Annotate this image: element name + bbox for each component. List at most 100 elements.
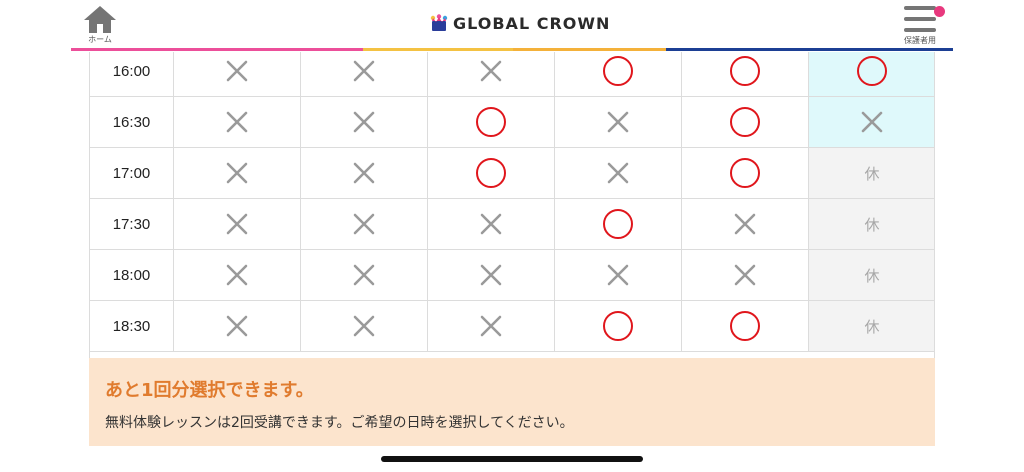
time-cell: 17:00 [90, 148, 174, 198]
selection-notice: あと1回分選択できます。 無料体験レッスンは2回受講できます。ご希望の日時を選択… [89, 358, 935, 446]
slot-available[interactable] [682, 52, 809, 96]
time-label: 18:30 [112, 317, 151, 335]
available-circle-icon[interactable] [603, 56, 633, 86]
slot-available[interactable] [555, 52, 682, 96]
available-circle-icon[interactable] [476, 158, 506, 188]
cross-icon [607, 162, 629, 184]
cross-icon [226, 111, 248, 133]
unavailable-mark [226, 264, 248, 286]
cross-icon [353, 162, 375, 184]
time-cell: 18:00 [90, 250, 174, 300]
time-label: 18:00 [112, 266, 151, 284]
unavailable-mark [353, 213, 375, 235]
logo-text: GLOBAL CROWN [453, 13, 611, 33]
time-label: 17:30 [112, 215, 151, 233]
guardian-menu-button[interactable]: 保護者用 [896, 2, 945, 48]
cross-icon [480, 60, 502, 82]
schedule-row: 16:30 [90, 97, 934, 148]
unavailable-mark [353, 315, 375, 337]
slot-unavailable [809, 97, 934, 147]
time-label: 17:00 [112, 164, 151, 182]
available-circle-icon[interactable] [730, 311, 760, 341]
global-crown-logo[interactable]: GLOBAL CROWN [430, 12, 610, 34]
closed-label: 休 [864, 164, 880, 183]
schedule-row: 17:30 休 [90, 199, 934, 250]
slot-closed: 休 [809, 250, 934, 300]
cross-icon [607, 264, 629, 286]
slot-unavailable [428, 52, 555, 96]
slot-unavailable [555, 250, 682, 300]
cross-icon [226, 60, 248, 82]
cross-icon [353, 111, 375, 133]
tab-color-bar-2 [363, 48, 513, 51]
unavailable-mark [226, 60, 248, 82]
unavailable-mark [226, 213, 248, 235]
available-circle-icon[interactable] [730, 158, 760, 188]
unavailable-mark [226, 162, 248, 184]
cross-icon [226, 213, 248, 235]
unavailable-mark [734, 213, 756, 235]
slot-available[interactable] [428, 148, 555, 198]
time-cell: 18:30 [90, 301, 174, 351]
slot-available[interactable] [682, 97, 809, 147]
slot-unavailable [428, 301, 555, 351]
cross-icon [226, 264, 248, 286]
available-circle-icon[interactable] [476, 107, 506, 137]
cross-icon [734, 264, 756, 286]
hamburger-menu-icon [904, 6, 945, 34]
schedule-row: 17:00 休 [90, 148, 934, 199]
unavailable-mark [226, 111, 248, 133]
house-icon [84, 6, 116, 33]
unavailable-mark [480, 213, 502, 235]
slot-unavailable [428, 250, 555, 300]
slot-unavailable [555, 97, 682, 147]
closed-label: 休 [864, 317, 880, 336]
slot-unavailable [174, 301, 301, 351]
unavailable-mark [353, 60, 375, 82]
unavailable-mark [607, 162, 629, 184]
unavailable-mark [226, 315, 248, 337]
available-circle-icon[interactable] [857, 56, 887, 86]
slot-unavailable [301, 97, 428, 147]
slot-available[interactable] [555, 301, 682, 351]
available-circle-icon[interactable] [603, 209, 633, 239]
unavailable-mark [480, 264, 502, 286]
home-label: ホーム [88, 35, 112, 44]
unavailable-mark [480, 315, 502, 337]
unavailable-mark [353, 111, 375, 133]
slot-unavailable [682, 199, 809, 249]
available-circle-icon[interactable] [730, 107, 760, 137]
slot-closed: 休 [809, 148, 934, 198]
slot-unavailable [301, 199, 428, 249]
time-label: 16:00 [112, 62, 151, 80]
slot-closed: 休 [809, 199, 934, 249]
tab-color-bar-3 [513, 48, 666, 51]
closed-label: 休 [864, 215, 880, 234]
slot-unavailable [174, 97, 301, 147]
slot-unavailable [682, 250, 809, 300]
cross-icon [734, 213, 756, 235]
slot-unavailable [301, 250, 428, 300]
tab-color-bar-1 [71, 48, 363, 51]
slot-available[interactable] [428, 97, 555, 147]
slot-available[interactable] [809, 52, 934, 96]
cross-icon [353, 264, 375, 286]
home-indicator[interactable] [381, 456, 643, 462]
cross-icon [226, 162, 248, 184]
slot-unavailable [174, 148, 301, 198]
app-header: ホーム GLOBAL CROWN 保護者用 [0, 0, 1024, 52]
cross-icon [353, 213, 375, 235]
available-circle-icon[interactable] [730, 56, 760, 86]
crown-logo-icon [430, 14, 448, 31]
home-button[interactable]: ホーム [80, 4, 120, 48]
available-circle-icon[interactable] [603, 311, 633, 341]
slot-available[interactable] [682, 148, 809, 198]
slot-available[interactable] [682, 301, 809, 351]
unavailable-mark [353, 264, 375, 286]
slot-unavailable [174, 52, 301, 96]
notice-body: 無料体験レッスンは2回受講できます。ご希望の日時を選択してください。 [105, 415, 574, 431]
cross-icon [226, 315, 248, 337]
slot-available[interactable] [555, 199, 682, 249]
time-cell: 16:30 [90, 97, 174, 147]
cross-icon [861, 111, 883, 133]
